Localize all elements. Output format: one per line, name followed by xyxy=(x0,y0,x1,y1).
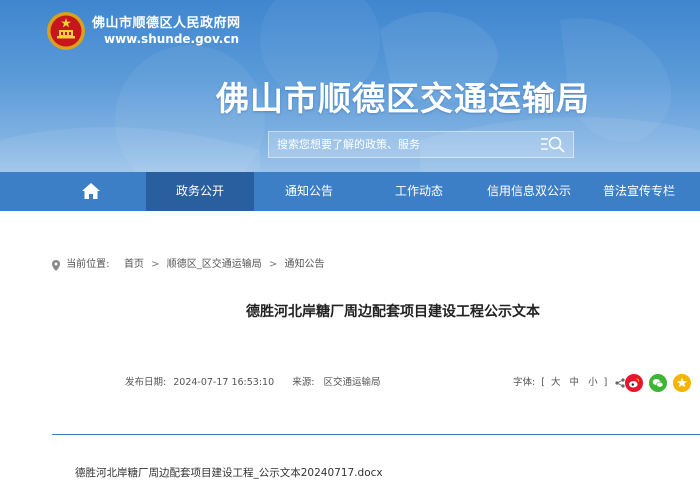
site-header-banner: 佛山市顺德区人民政府网 www.shunde.gov.cn 佛山市顺德区交通运输… xyxy=(0,0,700,172)
font-bracket-close: ] xyxy=(603,377,608,388)
publish-date: 2024-07-17 16:53:10 xyxy=(173,377,275,388)
article-title: 德胜河北岸糖厂周边配套项目建设工程公示文本 xyxy=(246,304,540,320)
main-nav: 政务公开 通知公告 工作动态 信用信息双公示 普法宣传专栏 xyxy=(0,172,700,211)
publish-date-label: 发布日期: xyxy=(125,377,167,388)
font-size-medium[interactable]: 中 xyxy=(570,377,580,388)
breadcrumb: 当前位置: 首页 > 顺德区_区交通运输局 > 通知公告 xyxy=(52,258,324,272)
search-icon[interactable] xyxy=(539,135,567,154)
home-icon xyxy=(82,183,100,199)
font-size-large[interactable]: 大 xyxy=(551,377,561,388)
breadcrumb-home[interactable]: 首页 xyxy=(124,259,144,270)
font-size-small[interactable]: 小 xyxy=(588,377,598,388)
source-label: 来源: xyxy=(292,377,315,388)
font-size-label: 字体: xyxy=(513,377,536,388)
share-qzone-button[interactable] xyxy=(673,374,691,392)
breadcrumb-prefix: 当前位置: xyxy=(66,259,110,270)
source-value: 区交通运输局 xyxy=(323,377,381,388)
search-box xyxy=(268,131,574,158)
nav-home[interactable] xyxy=(63,172,119,211)
content-divider xyxy=(52,434,700,435)
national-emblem-icon xyxy=(47,12,85,50)
weibo-icon xyxy=(625,374,643,392)
breadcrumb-bureau[interactable]: 顺德区_区交通运输局 xyxy=(167,259,262,270)
font-bracket-open: [ xyxy=(541,377,545,388)
share-weibo-button[interactable] xyxy=(625,374,643,392)
search-input[interactable] xyxy=(269,132,529,157)
nav-item-zhengwu[interactable]: 政务公开 xyxy=(146,172,254,211)
site-url[interactable]: www.shunde.gov.cn xyxy=(104,32,239,46)
attachment-link[interactable]: 德胜河北岸糖厂周边配套项目建设工程_公示文本20240717.docx xyxy=(75,465,383,480)
wechat-icon xyxy=(649,374,667,392)
bureau-title: 佛山市顺德区交通运输局 xyxy=(216,79,590,118)
share-wechat-button[interactable] xyxy=(649,374,667,392)
nav-item-notices[interactable]: 通知公告 xyxy=(254,172,364,211)
nav-item-work-news[interactable]: 工作动态 xyxy=(364,172,474,211)
article-tools: 字体: [ 大 中 小 ] xyxy=(513,376,625,390)
breadcrumb-separator: > xyxy=(151,259,160,270)
share-icon[interactable] xyxy=(615,377,625,388)
nav-item-legal-publicity[interactable]: 普法宣传专栏 xyxy=(584,172,694,211)
nav-item-credit-info[interactable]: 信用信息双公示 xyxy=(474,172,584,211)
location-pin-icon xyxy=(52,259,60,271)
site-name[interactable]: 佛山市顺德区人民政府网 xyxy=(92,12,241,31)
breadcrumb-separator: > xyxy=(268,259,278,270)
breadcrumb-notices[interactable]: 通知公告 xyxy=(284,259,324,270)
article-meta: 发布日期: 2024-07-17 16:53:10 来源: 区交通运输局 xyxy=(125,374,380,388)
qzone-icon xyxy=(673,374,691,392)
